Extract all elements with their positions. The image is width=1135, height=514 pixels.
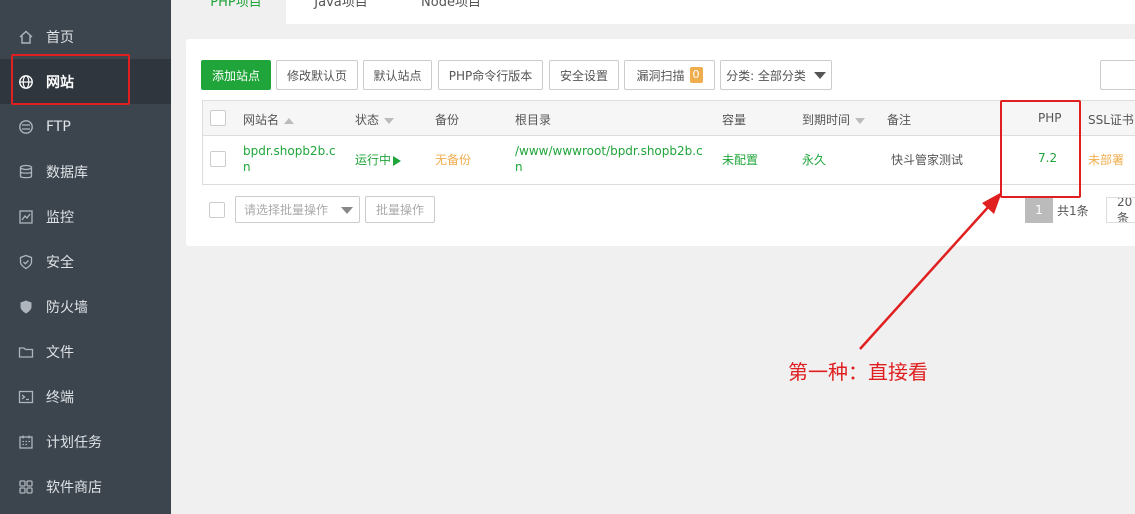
globe-icon xyxy=(18,74,34,90)
page-total: 共1条 xyxy=(1057,203,1089,218)
vuln-scan-label: 漏洞扫描 xyxy=(636,68,685,83)
header-root-dir: 根目录 xyxy=(515,113,552,127)
annotation-text: 第一种：直接看 xyxy=(788,360,928,384)
table-header: 网站名 状态 备份 根目录 容量 到期时间 备注 PHP SSL证书 xyxy=(203,101,1135,136)
sidebar-item-database[interactable]: 数据库 xyxy=(0,149,171,194)
header-capacity: 容量 xyxy=(722,113,747,127)
tab-java-project[interactable]: Java项目 xyxy=(286,0,396,24)
sidebar-item-label: 安全 xyxy=(46,254,74,271)
sidebar-item-home[interactable]: 首页 xyxy=(0,14,171,59)
apps-icon xyxy=(18,479,34,495)
project-tabs: PHP项目 Java项目 Node项目 xyxy=(186,0,1135,24)
batch-select-placeholder: 请选择批量操作 xyxy=(244,203,329,217)
chevron-down-icon xyxy=(813,71,826,79)
shield-icon xyxy=(18,254,34,270)
edit-default-page-button[interactable]: 修改默认页 xyxy=(276,60,358,90)
page-size-select[interactable]: 20条 xyxy=(1106,197,1135,223)
site-name-link[interactable]: bpdr.shopb2b.c n xyxy=(243,143,336,175)
site-table: 网站名 状态 备份 根目录 容量 到期时间 备注 PHP SSL证书 bpdr.… xyxy=(202,100,1135,185)
header-status[interactable]: 状态 xyxy=(355,111,395,128)
sidebar-item-label: 终端 xyxy=(46,389,74,406)
php-version-link[interactable]: 7.2 xyxy=(1038,151,1057,165)
header-backup: 备份 xyxy=(435,113,460,127)
category-select-value: 分类: 全部分类 xyxy=(726,68,806,83)
sidebar: 首页 网站 FTP 数据库 监控 安全 防火墙 文件 终端 计划任务 软件商店 xyxy=(0,0,171,514)
tab-php-project[interactable]: PHP项目 xyxy=(186,0,286,24)
sidebar-item-app-store[interactable]: 软件商店 xyxy=(0,464,171,509)
sidebar-item-website[interactable]: 网站 xyxy=(0,59,171,104)
sidebar-item-label: 文件 xyxy=(46,344,74,361)
batch-operation-button[interactable]: 批量操作 xyxy=(365,196,435,223)
select-all-checkbox[interactable] xyxy=(210,110,226,126)
category-select[interactable]: 分类: 全部分类 xyxy=(720,60,832,90)
header-remark: 备注 xyxy=(887,113,912,127)
sidebar-item-label: FTP xyxy=(46,118,71,135)
site-status[interactable]: 运行中 xyxy=(355,151,402,168)
firewall-icon xyxy=(18,299,34,315)
sidebar-item-security[interactable]: 安全 xyxy=(0,239,171,284)
header-expiry[interactable]: 到期时间 xyxy=(802,111,866,128)
sidebar-item-cron[interactable]: 计划任务 xyxy=(0,419,171,464)
vuln-count-badge: 0 xyxy=(689,67,703,83)
sort-desc-icon xyxy=(384,117,395,124)
root-dir-link[interactable]: /www/wwwroot/bpdr.shopb2b.c n xyxy=(515,143,703,175)
folder-icon xyxy=(18,344,34,360)
database-icon xyxy=(18,164,34,180)
sidebar-item-label: 软件商店 xyxy=(46,479,102,496)
sidebar-item-terminal[interactable]: 终端 xyxy=(0,374,171,419)
sidebar-item-label: 网站 xyxy=(46,74,74,91)
sidebar-item-ftp[interactable]: FTP xyxy=(0,104,171,149)
sidebar-item-label: 监控 xyxy=(46,209,74,226)
vuln-scan-button[interactable]: 漏洞扫描 0 xyxy=(624,60,715,90)
remark-text[interactable]: 快斗管家测试 xyxy=(891,151,963,168)
security-settings-button[interactable]: 安全设置 xyxy=(549,60,619,90)
tab-node-project[interactable]: Node项目 xyxy=(396,0,506,24)
sidebar-item-firewall[interactable]: 防火墙 xyxy=(0,284,171,329)
site-list-panel: 添加站点 修改默认页 默认站点 PHP命令行版本 安全设置 漏洞扫描 0 分类:… xyxy=(186,39,1135,246)
sidebar-item-label: 首页 xyxy=(46,29,74,46)
sidebar-item-label: 数据库 xyxy=(46,164,88,181)
sidebar-item-files[interactable]: 文件 xyxy=(0,329,171,374)
row-checkbox[interactable] xyxy=(210,151,226,167)
backup-link[interactable]: 无备份 xyxy=(435,151,471,168)
play-icon xyxy=(393,155,402,166)
add-site-button[interactable]: 添加站点 xyxy=(201,60,271,90)
sort-desc-icon xyxy=(855,117,866,124)
header-ssl: SSL证书 xyxy=(1088,113,1134,127)
ssl-status-link[interactable]: 未部署 xyxy=(1088,151,1124,168)
ftp-icon xyxy=(18,119,34,135)
capacity-link[interactable]: 未配置 xyxy=(722,151,758,168)
table-row: bpdr.shopb2b.c n 运行中 无备份 /www/wwwroot/bp… xyxy=(203,136,1135,184)
chevron-down-icon xyxy=(341,207,353,214)
batch-select-checkbox[interactable] xyxy=(209,202,225,218)
page-current[interactable]: 1 xyxy=(1025,197,1053,223)
sidebar-item-label: 防火墙 xyxy=(46,299,88,316)
header-site-name[interactable]: 网站名 xyxy=(243,111,295,128)
sort-asc-icon xyxy=(284,117,295,124)
sidebar-item-monitor[interactable]: 监控 xyxy=(0,194,171,239)
batch-operation-select[interactable]: 请选择批量操作 xyxy=(235,196,360,223)
php-cli-version-button[interactable]: PHP命令行版本 xyxy=(438,60,543,90)
header-php: PHP xyxy=(1038,111,1062,125)
expiry-link[interactable]: 永久 xyxy=(802,151,826,168)
sidebar-item-label: 计划任务 xyxy=(46,434,102,451)
default-site-button[interactable]: 默认站点 xyxy=(363,60,432,90)
terminal-icon xyxy=(18,389,34,405)
calendar-icon xyxy=(18,434,34,450)
search-input[interactable] xyxy=(1100,60,1135,90)
home-icon xyxy=(18,29,34,45)
monitor-icon xyxy=(18,209,34,225)
